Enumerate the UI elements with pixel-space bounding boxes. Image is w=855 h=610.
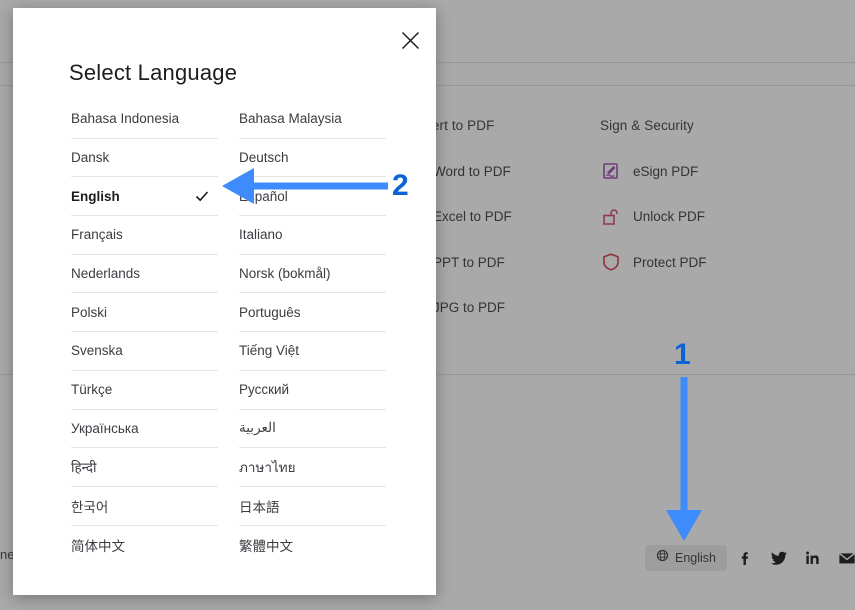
language-option-label: Italiano: [239, 227, 283, 243]
language-option-label: Polski: [71, 304, 108, 320]
language-option-label: हिन्दी: [71, 460, 97, 476]
language-option[interactable]: Português: [239, 293, 386, 333]
language-option-label: Русский: [239, 382, 290, 398]
language-option[interactable]: Nederlands: [71, 255, 218, 294]
language-option[interactable]: 한국어: [71, 487, 218, 526]
close-icon[interactable]: [394, 24, 426, 56]
language-option-label: Türkçe: [71, 382, 113, 398]
check-icon: [194, 188, 210, 204]
language-option-label: العربية: [239, 420, 276, 436]
language-option-label: English: [71, 188, 120, 204]
language-option[interactable]: Dansk: [71, 139, 218, 178]
language-option-label: 日本語: [239, 499, 280, 515]
language-option-label: Deutsch: [239, 150, 289, 166]
language-option[interactable]: Tiếng Việt: [239, 332, 386, 371]
language-option[interactable]: Español: [239, 177, 386, 217]
language-option-label: 한국어: [71, 499, 109, 515]
language-option[interactable]: Bahasa Indonesia: [71, 100, 218, 139]
language-option[interactable]: हिन्दी: [71, 448, 218, 487]
language-option[interactable]: 简体中文: [71, 526, 218, 565]
language-option[interactable]: Русский: [239, 371, 386, 410]
language-option-label: 繁體中文: [239, 538, 293, 554]
language-option[interactable]: 繁體中文: [239, 526, 386, 565]
language-option[interactable]: Français: [71, 216, 218, 255]
language-option-label: Français: [71, 227, 123, 243]
language-option[interactable]: Deutsch: [239, 139, 386, 178]
language-option-label: Tiếng Việt: [239, 343, 300, 359]
language-option[interactable]: 日本語: [239, 487, 386, 526]
language-option[interactable]: Norsk (bokmål): [239, 255, 386, 294]
language-option[interactable]: Українська: [71, 410, 218, 449]
language-option[interactable]: Bahasa Malaysia: [239, 100, 386, 139]
language-option-label: Español: [239, 188, 288, 204]
language-option[interactable]: Svenska: [71, 332, 218, 371]
language-option[interactable]: Polski: [71, 293, 218, 333]
language-option[interactable]: Italiano: [239, 216, 386, 255]
language-option-label: Svenska: [71, 343, 123, 359]
language-option[interactable]: Türkçe: [71, 371, 218, 410]
language-option-label: Українська: [71, 420, 139, 436]
language-option-label: Nederlands: [71, 266, 141, 282]
language-option-label: ภาษาไทย: [239, 460, 296, 476]
language-option-label: Bahasa Malaysia: [239, 111, 342, 127]
select-language-modal: Select Language Bahasa Indonesia Bahasa M…: [13, 8, 436, 595]
language-option-label: Bahasa Indonesia: [71, 111, 180, 127]
language-list: Bahasa Indonesia Bahasa Malaysia Dansk Deut…: [71, 100, 386, 564]
language-option-label: Dansk: [71, 150, 110, 166]
language-option-label: 简体中文: [71, 538, 125, 554]
language-option[interactable]: English: [71, 177, 218, 217]
language-option[interactable]: ภาษาไทย: [239, 448, 386, 487]
language-option-label: Norsk (bokmål): [239, 266, 331, 282]
language-option[interactable]: العربية: [239, 410, 386, 449]
language-option-label: Português: [239, 304, 301, 320]
page-title: Select Language: [69, 60, 238, 85]
